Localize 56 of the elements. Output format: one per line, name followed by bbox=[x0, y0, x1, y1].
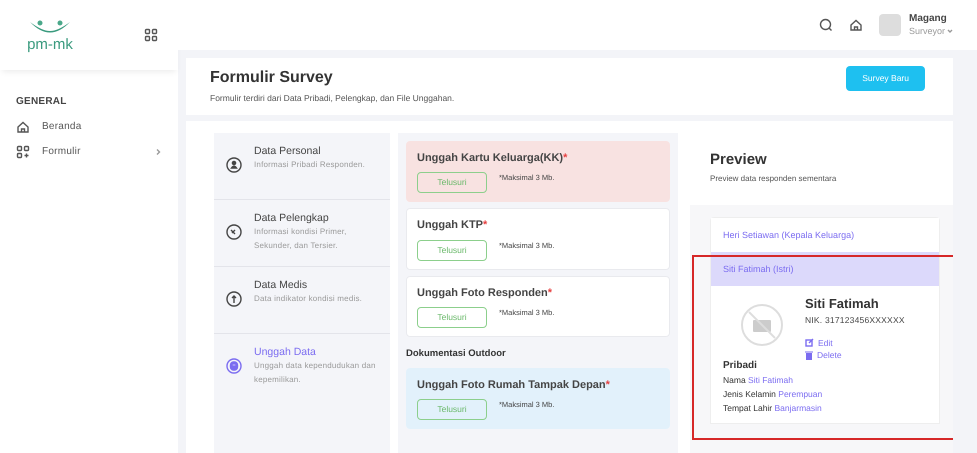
browse-button[interactable]: Telusuri bbox=[417, 399, 487, 420]
no-photo-icon bbox=[739, 302, 785, 348]
sidebar-item[interactable]: Formulir bbox=[42, 144, 162, 159]
step-description: Informasi Pribadi Responden. bbox=[254, 158, 365, 171]
chevron-down-icon bbox=[947, 28, 953, 34]
user-name: Magang bbox=[908, 13, 948, 26]
home-icon bbox=[848, 18, 863, 32]
page-title: Formulir Survey bbox=[210, 68, 334, 88]
upload-title: Unggah Kartu Keluarga(KK)* bbox=[417, 150, 568, 166]
upload-title: Unggah KTP* bbox=[417, 218, 488, 234]
detail-field: Jenis Kelamin Perempuan bbox=[723, 387, 927, 401]
section-heading: Dokumentasi Outdoor bbox=[406, 347, 507, 362]
search-icon bbox=[818, 18, 833, 32]
edit-link[interactable]: Edit bbox=[805, 336, 905, 350]
browse-button[interactable]: Telusuri bbox=[417, 307, 487, 328]
preview-subtitle: Preview data responden sementara bbox=[710, 173, 838, 186]
member-name: Siti Fatimah bbox=[805, 295, 880, 314]
step-title: Data Medis bbox=[254, 278, 308, 292]
user-role[interactable]: Surveyor bbox=[908, 26, 953, 37]
step-item[interactable]: Data Medis Data indikator kondisi medis. bbox=[214, 266, 390, 334]
preview-title: Preview bbox=[710, 150, 768, 170]
arrow-up-icon bbox=[226, 290, 242, 307]
grid-icon bbox=[16, 144, 30, 158]
home-icon bbox=[16, 120, 30, 134]
step-description: Unggah data kependudukan dan kepemilikan. bbox=[254, 360, 377, 386]
upload-title: Unggah Foto Responden* bbox=[417, 286, 554, 301]
step-title: Unggah Data bbox=[254, 346, 317, 359]
menu-toggle-button[interactable] bbox=[144, 28, 158, 42]
step-title: Data Personal bbox=[254, 144, 322, 158]
person-icon bbox=[226, 156, 242, 173]
upload-title: Unggah Foto Rumah Tampak Depan* bbox=[417, 378, 611, 392]
avatar bbox=[878, 14, 901, 36]
member-item[interactable]: Siti Fatimah (Istri) bbox=[711, 252, 939, 286]
sidebar-item[interactable]: Beranda bbox=[42, 119, 162, 134]
edit-icon bbox=[805, 338, 814, 348]
page-subtitle: Formulir terdiri dari Data Pribadi, Pelengkap, dan File Unggahan. bbox=[210, 92, 454, 105]
step-description: Data indikator kondisi medis. bbox=[254, 292, 362, 305]
face-mask-icon bbox=[226, 358, 242, 374]
grid-menu-icon bbox=[144, 28, 158, 42]
detail-section-title: Pribadi bbox=[723, 359, 758, 373]
new-survey-button[interactable]: Survey Baru bbox=[846, 66, 925, 91]
member-nik: NIK. 317123456XXXXXX bbox=[805, 314, 905, 326]
step-description: Informasi kondisi Primer, Sekunder, dan Tersier. bbox=[254, 226, 348, 252]
step-item[interactable]: Data Personal Informasi Pribadi Responden. bbox=[214, 132, 390, 200]
detail-field: Nama Siti Fatimah bbox=[723, 373, 927, 387]
browse-button[interactable]: Telusuri bbox=[417, 240, 487, 261]
delete-link[interactable]: Delete bbox=[805, 349, 905, 362]
chevron-right-icon bbox=[154, 148, 162, 156]
detail-field: Tempat Lahir Banjarmasin bbox=[723, 401, 927, 415]
logo-text: pm-mk bbox=[27, 36, 73, 52]
step-item[interactable]: Unggah Data Unggah data kependudukan dan kepemilikan. bbox=[214, 334, 390, 401]
sidebar-section-label: GENERAL bbox=[15, 95, 68, 109]
step-item[interactable]: Data Pelengkap Informasi kondisi Primer, Sekunder, dan Tersier. bbox=[214, 200, 390, 267]
trash-icon bbox=[805, 351, 813, 360]
member-item[interactable]: Heri Setiawan (Kepala Keluarga) bbox=[711, 218, 939, 252]
step-title: Data Pelengkap bbox=[254, 212, 330, 225]
